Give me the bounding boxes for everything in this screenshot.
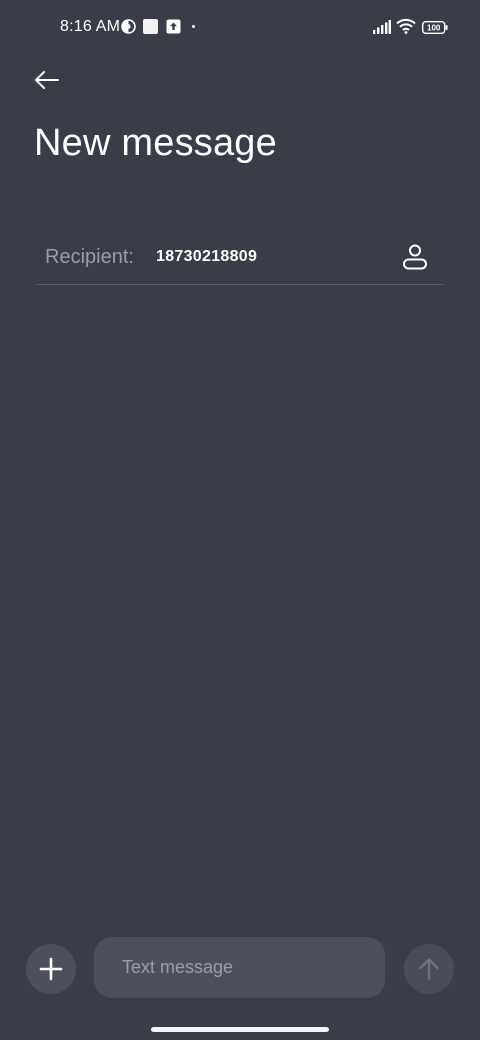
dot-icon [192, 25, 195, 28]
contact-person-icon [403, 244, 427, 270]
recipient-label: Recipient: [45, 246, 134, 268]
send-button[interactable] [404, 944, 454, 994]
message-input[interactable] [94, 937, 385, 998]
signal-icon [373, 20, 391, 34]
plus-icon [39, 957, 63, 981]
battery-icon: 100 [421, 20, 448, 35]
back-arrow-icon [35, 71, 59, 89]
add-attachment-button[interactable] [26, 944, 76, 994]
page-title: New message [34, 122, 277, 164]
upload-icon [166, 19, 181, 34]
contrast-icon [121, 19, 136, 34]
recipient-field[interactable]: Recipient: 18730218809 [36, 232, 444, 285]
contact-picker-button[interactable] [400, 242, 430, 272]
wifi-icon [396, 18, 416, 34]
back-button[interactable] [28, 64, 64, 100]
square-notification-icon [143, 19, 158, 34]
send-arrow-icon [419, 958, 439, 981]
status-time: 8:16 AM [60, 18, 121, 35]
home-indicator[interactable] [151, 1027, 329, 1032]
recipient-number[interactable]: 18730218809 [156, 248, 257, 266]
status-bar: 8:16 AM 100 [0, 0, 480, 56]
battery-level: 100 [427, 23, 441, 32]
